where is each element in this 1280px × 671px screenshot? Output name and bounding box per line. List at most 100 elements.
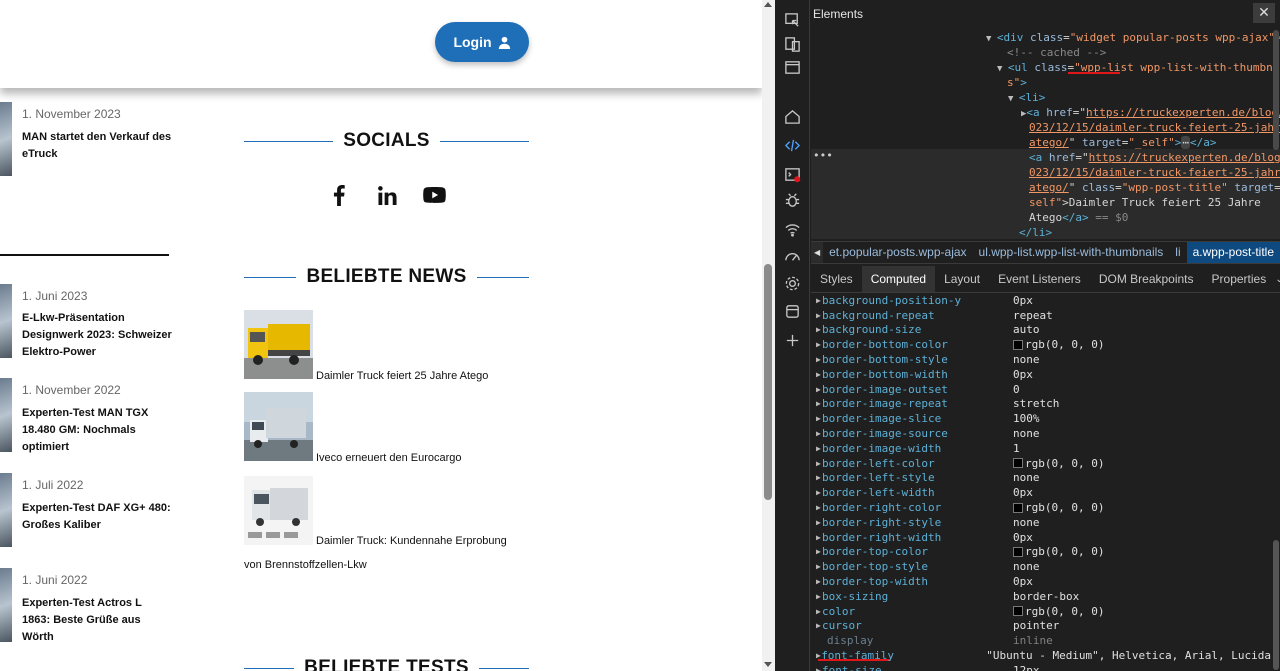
- expand-triangle-icon[interactable]: ▶: [811, 340, 822, 349]
- computed-property-name[interactable]: border-bottom-color: [822, 338, 1013, 351]
- news-title-link-continued[interactable]: von Brennstoffzellen-Lkw: [244, 553, 367, 577]
- expand-triangle-icon[interactable]: ▶: [811, 607, 822, 616]
- news-title-link[interactable]: Iveco erneuert den Eurocargo: [316, 446, 462, 470]
- computed-property-row[interactable]: ▶ border-top-style none: [811, 559, 1271, 574]
- linkedin-icon[interactable]: [375, 183, 399, 207]
- computed-property-name[interactable]: box-sizing: [822, 590, 1013, 603]
- computed-property-row[interactable]: ▶ border-image-repeat stretch: [811, 397, 1271, 412]
- href-link[interactable]: https://truckexperten.de/blog/2: [1086, 106, 1280, 119]
- computed-property-row[interactable]: ▶ border-left-style none: [811, 471, 1271, 486]
- computed-property-name[interactable]: border-top-style: [822, 560, 1013, 573]
- computed-property-name[interactable]: color: [822, 605, 1013, 618]
- computed-property-row[interactable]: ▶ color rgb(0, 0, 0): [811, 604, 1271, 619]
- article-title-link[interactable]: Experten-Test Actros L 1863: Beste Grüße…: [22, 595, 172, 646]
- expand-triangle-icon[interactable]: ▶: [811, 518, 822, 527]
- computed-property-name[interactable]: border-image-width: [822, 442, 1013, 455]
- expand-triangle-icon[interactable]: ▶: [811, 325, 822, 334]
- computed-property-row[interactable]: ▶ border-bottom-color rgb(0, 0, 0): [811, 337, 1271, 352]
- page-scrollbar-thumb[interactable]: [764, 264, 772, 500]
- computed-property-row[interactable]: ▶ border-image-outset 0: [811, 382, 1271, 397]
- computed-property-row[interactable]: ▶ font-family "Ubuntu - Medium", Helvetica…: [811, 648, 1271, 663]
- computed-property-name[interactable]: background-position-y: [822, 294, 1013, 307]
- computed-property-row[interactable]: ▶ border-left-color rgb(0, 0, 0): [811, 456, 1271, 471]
- breadcrumb-item[interactable]: li: [1169, 242, 1186, 263]
- article-thumbnail[interactable]: [0, 568, 12, 642]
- expand-triangle-icon[interactable]: ▼: [1008, 94, 1019, 104]
- computed-scrollbar-thumb[interactable]: [1273, 540, 1279, 670]
- computed-property-name[interactable]: border-left-width: [822, 486, 1013, 499]
- scroll-up-arrow-icon[interactable]: [764, 2, 772, 7]
- article-title-link[interactable]: E-Lkw-Präsentation Designwerk 2023: Schw…: [22, 310, 172, 361]
- elements-code-icon[interactable]: [783, 136, 802, 155]
- computed-property-row[interactable]: ▶ box-sizing border-box: [811, 589, 1271, 604]
- computed-property-row[interactable]: ▶ border-image-source none: [811, 426, 1271, 441]
- computed-property-row[interactable]: ▶ background-repeat repeat: [811, 308, 1271, 323]
- computed-property-name[interactable]: border-image-slice: [822, 412, 1013, 425]
- expand-triangle-icon[interactable]: ▼: [997, 64, 1008, 74]
- computed-property-name[interactable]: border-right-style: [822, 516, 1013, 529]
- expand-triangle-icon[interactable]: ▶: [811, 503, 822, 512]
- expand-triangle-icon[interactable]: ▶: [811, 592, 822, 601]
- computed-property-name[interactable]: background-repeat: [822, 309, 1013, 322]
- computed-property-row[interactable]: ▶ border-image-width 1: [811, 441, 1271, 456]
- computed-property-name[interactable]: border-image-repeat: [822, 397, 1013, 410]
- breadcrumb-item[interactable]: ul.wpp-list.wpp-list-with-thumbnails: [973, 242, 1170, 263]
- href-link[interactable]: atego/: [1029, 181, 1069, 194]
- computed-property-name[interactable]: border-image-outset: [822, 383, 1013, 396]
- expand-triangle-icon[interactable]: ▶: [811, 621, 822, 630]
- ellipsis-expand-icon[interactable]: ⋯: [1181, 136, 1190, 149]
- color-swatch-icon[interactable]: [1013, 339, 1023, 350]
- computed-property-row[interactable]: ▶ border-right-width 0px: [811, 530, 1271, 545]
- article-title-link[interactable]: MAN startet den Verkauf des eTruck: [22, 129, 172, 163]
- expand-triangle-icon[interactable]: ▶: [811, 311, 822, 320]
- computed-property-name[interactable]: border-image-source: [822, 427, 1013, 440]
- computed-property-name[interactable]: border-top-color: [822, 545, 1013, 558]
- dom-tree-scrollbar-thumb[interactable]: [1273, 30, 1279, 150]
- computed-property-row[interactable]: ▶ border-left-width 0px: [811, 485, 1271, 500]
- login-button[interactable]: Login: [435, 22, 529, 62]
- color-swatch-icon[interactable]: [1013, 606, 1023, 617]
- facebook-icon[interactable]: [327, 183, 351, 207]
- expand-triangle-icon[interactable]: ▶: [811, 296, 822, 305]
- dom-node-ul[interactable]: ▼ <ul class="wpp-list wpp-list-with-thum…: [997, 60, 1280, 77]
- dom-node-a-title[interactable]: <a href="https://truckexperten.de/blog/2: [1029, 150, 1280, 165]
- chevron-down-icon[interactable]: ⌄: [1275, 266, 1280, 292]
- gutter-more-icon[interactable]: •••: [813, 148, 833, 163]
- tab-event-listeners[interactable]: Event Listeners: [989, 266, 1090, 292]
- network-wifi-icon[interactable]: [783, 220, 802, 239]
- article-thumbnail[interactable]: [0, 284, 12, 358]
- computed-property-name[interactable]: border-bottom-width: [822, 368, 1013, 381]
- computed-property-name[interactable]: border-bottom-style: [822, 353, 1013, 366]
- breadcrumb-item[interactable]: et.popular-posts.wpp-ajax: [823, 242, 972, 263]
- news-title-link[interactable]: Daimler Truck: Kundennahe Erprobung: [316, 529, 507, 553]
- dom-node-li-close[interactable]: </li>: [1019, 225, 1052, 239]
- breadcrumb-item-selected[interactable]: a.wpp-post-title: [1186, 242, 1280, 263]
- expand-triangle-icon[interactable]: ▶: [811, 444, 822, 453]
- dom-comment[interactable]: <!-- cached -->: [1007, 45, 1106, 60]
- expand-triangle-icon[interactable]: ▶: [811, 547, 822, 556]
- expand-triangle-icon[interactable]: ▶: [811, 385, 822, 394]
- youtube-icon[interactable]: [422, 183, 446, 207]
- welcome-home-icon[interactable]: [783, 107, 802, 126]
- expand-triangle-icon[interactable]: ▶: [811, 488, 822, 497]
- news-thumbnail[interactable]: [244, 310, 313, 379]
- expand-triangle-icon[interactable]: ▶: [811, 651, 821, 660]
- inspect-element-icon[interactable]: [783, 11, 802, 30]
- computed-property-row[interactable]: display inline: [811, 633, 1271, 648]
- computed-property-row[interactable]: ▶ background-size auto: [811, 323, 1271, 338]
- color-swatch-icon[interactable]: [1013, 502, 1023, 513]
- expand-triangle-icon[interactable]: ▶: [811, 577, 822, 586]
- expand-triangle-icon[interactable]: ▼: [986, 34, 997, 44]
- article-thumbnail[interactable]: [0, 378, 12, 452]
- computed-property-name[interactable]: border-left-style: [822, 471, 1013, 484]
- news-thumbnail[interactable]: [244, 392, 313, 461]
- tab-dom-breakpoints[interactable]: DOM Breakpoints: [1090, 266, 1203, 292]
- computed-property-row[interactable]: ▶ border-bottom-style none: [811, 352, 1271, 367]
- tab-properties[interactable]: Properties: [1203, 266, 1276, 292]
- computed-property-name[interactable]: border-left-color: [822, 457, 1013, 470]
- scroll-down-arrow-icon[interactable]: [764, 662, 772, 667]
- news-title-link[interactable]: Daimler Truck feiert 25 Jahre Atego: [316, 364, 488, 388]
- tab-computed[interactable]: Computed: [861, 266, 936, 292]
- tab-layout[interactable]: Layout: [935, 266, 989, 292]
- computed-property-row[interactable]: ▶ border-right-color rgb(0, 0, 0): [811, 500, 1271, 515]
